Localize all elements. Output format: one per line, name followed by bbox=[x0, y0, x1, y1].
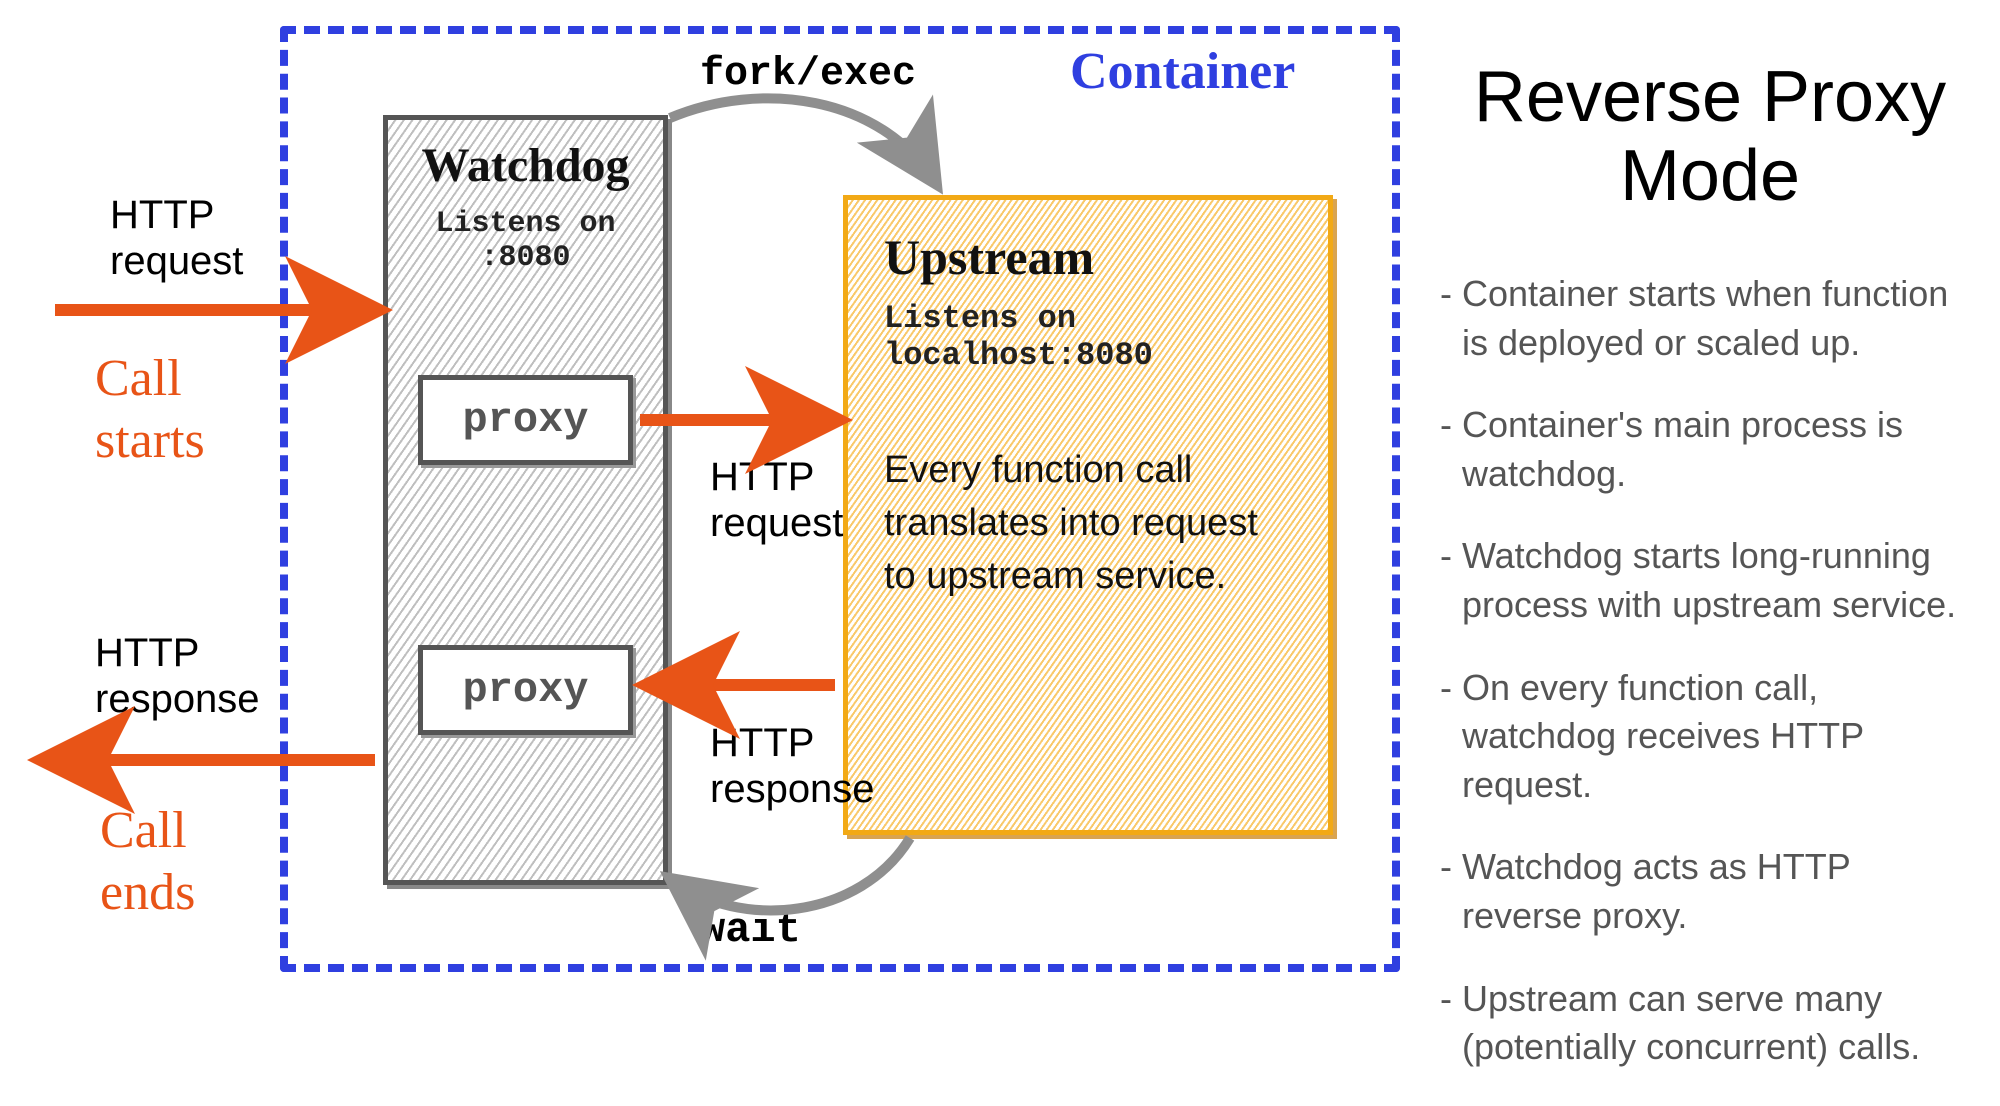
proxy-box-response: proxy bbox=[418, 645, 633, 735]
label-call-starts: Call starts bbox=[95, 348, 205, 473]
diagram-canvas: Container Watchdog Listens on :8080 prox… bbox=[0, 0, 2000, 994]
bullet-5: -Upstream can serve many (potentially co… bbox=[1440, 975, 1980, 1072]
bullets: -Container starts when function is deplo… bbox=[1440, 270, 1980, 1106]
label-http-response-mid: HTTP response bbox=[710, 720, 875, 812]
main-title: Reverse Proxy Mode bbox=[1430, 58, 1990, 216]
proxy-box-request: proxy bbox=[418, 375, 633, 465]
label-fork-exec: fork/exec bbox=[700, 52, 916, 98]
watchdog-box: Watchdog Listens on :8080 bbox=[383, 115, 668, 885]
bullet-0: -Container starts when function is deplo… bbox=[1440, 270, 1980, 367]
upstream-title: Upstream bbox=[884, 228, 1298, 286]
upstream-body: Every function call translates into requ… bbox=[884, 444, 1298, 604]
label-http-request-in: HTTP request bbox=[110, 192, 243, 284]
label-call-ends: Call ends bbox=[100, 800, 195, 925]
bullet-2: -Watchdog starts long-running process wi… bbox=[1440, 532, 1980, 629]
label-http-response-out: HTTP response bbox=[95, 630, 260, 722]
bullet-3: -On every function call, watchdog receiv… bbox=[1440, 664, 1980, 810]
label-wait: wait bbox=[700, 906, 801, 954]
upstream-listens: Listens on localhost:8080 bbox=[884, 300, 1298, 374]
bullet-1: -Container's main process is watchdog. bbox=[1440, 401, 1980, 498]
bullet-4: -Watchdog acts as HTTP reverse proxy. bbox=[1440, 843, 1980, 940]
watchdog-title: Watchdog bbox=[388, 138, 663, 193]
watchdog-listens: Listens on :8080 bbox=[388, 207, 663, 275]
upstream-box: Upstream Listens on localhost:8080 Every… bbox=[843, 195, 1333, 835]
label-http-request-mid: HTTP request bbox=[710, 454, 843, 546]
container-label: Container bbox=[1070, 42, 1295, 101]
